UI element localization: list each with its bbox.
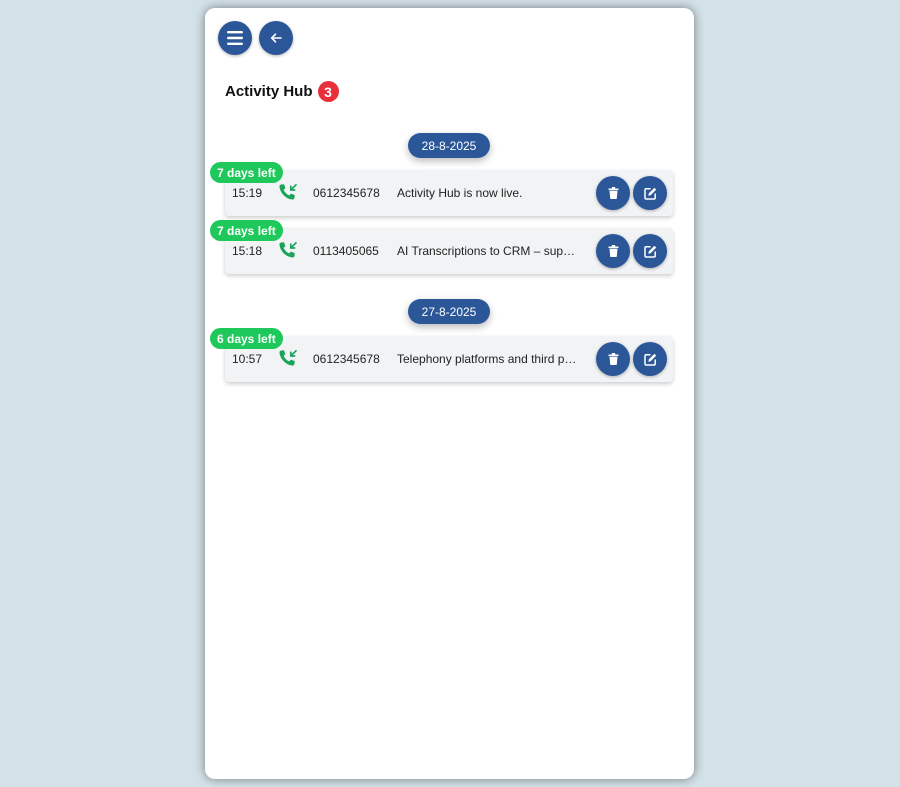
days-left-badge: 7 days left <box>210 220 283 241</box>
trash-icon <box>608 353 618 365</box>
activity-note: Telephony platforms and third p… <box>397 352 577 366</box>
back-button[interactable] <box>259 21 293 55</box>
phone-number: 0612345678 <box>313 352 380 366</box>
edit-icon <box>643 353 656 366</box>
activity-note: AI Transcriptions to CRM – sup… <box>397 244 576 258</box>
activity-time: 10:57 <box>232 352 263 366</box>
activity-note: Activity Hub is now live. <box>397 186 523 200</box>
menu-button[interactable] <box>218 21 252 55</box>
activity-time: 15:19 <box>232 186 263 200</box>
edit-button[interactable] <box>633 234 667 268</box>
incoming-call-icon <box>279 183 297 200</box>
arrow-left-icon <box>270 33 282 43</box>
edit-button[interactable] <box>633 176 667 210</box>
activity-count-badge: 3 <box>317 81 339 102</box>
page-title: Activity Hub <box>225 83 313 100</box>
date-separator: 28-8-2025 <box>408 133 490 158</box>
activity-row[interactable]: 7 days left 15:18 0113405065 AI Transcri… <box>210 220 673 274</box>
edit-icon <box>643 187 656 200</box>
activity-row[interactable]: 7 days left 15:19 0612345678 Activity Hu… <box>210 162 673 216</box>
trash-icon <box>608 187 618 199</box>
incoming-call-icon <box>279 349 297 366</box>
edit-button[interactable] <box>633 342 667 376</box>
activity-time: 15:18 <box>232 244 263 258</box>
trash-icon <box>608 245 618 257</box>
delete-button[interactable] <box>596 176 630 210</box>
hamburger-menu-icon <box>227 31 243 45</box>
activity-hub-panel: Activity Hub 3 28-8-2025 7 days left 15:… <box>205 8 694 779</box>
date-separator: 27-8-2025 <box>408 299 490 324</box>
delete-button[interactable] <box>596 342 630 376</box>
delete-button[interactable] <box>596 234 630 268</box>
days-left-badge: 7 days left <box>210 162 283 183</box>
phone-number: 0612345678 <box>313 186 380 200</box>
activity-row[interactable]: 6 days left 10:57 0612345678 Telephony p… <box>210 328 673 382</box>
page-title-area: Activity Hub 3 <box>225 81 339 102</box>
edit-icon <box>643 245 656 258</box>
days-left-badge: 6 days left <box>210 328 283 349</box>
incoming-call-icon <box>279 241 297 258</box>
phone-number: 0113405065 <box>313 244 379 258</box>
